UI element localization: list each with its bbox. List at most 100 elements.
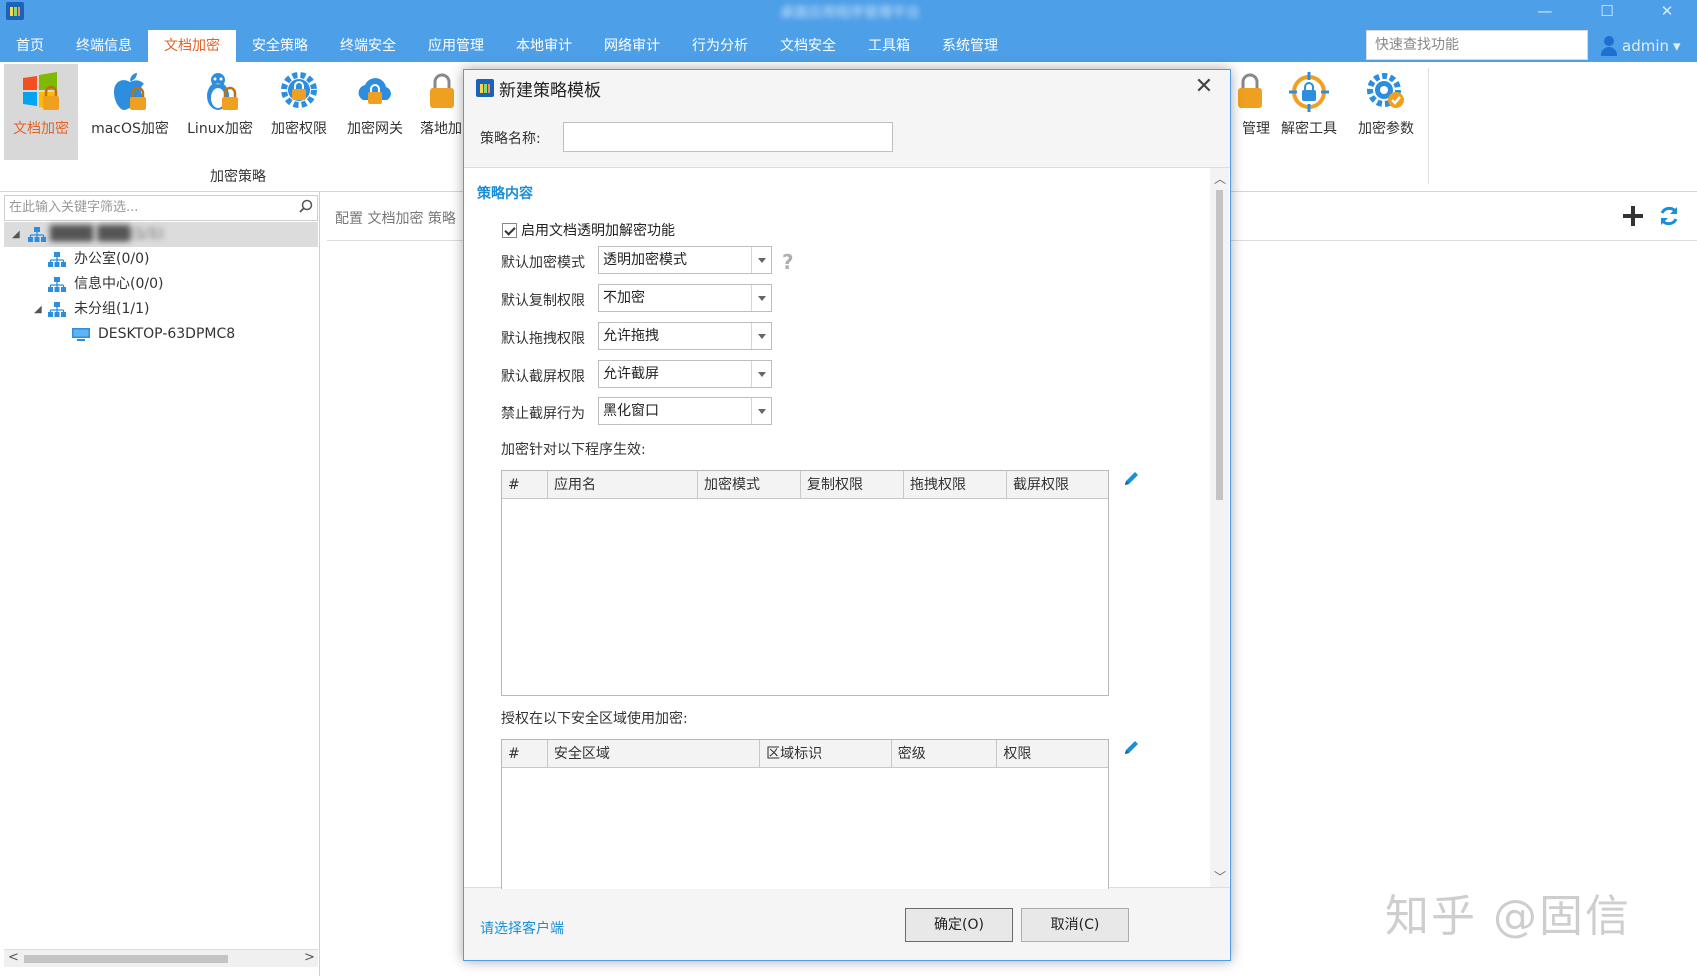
org-icon xyxy=(28,227,46,242)
ribbon-label: 加密参数 xyxy=(1358,121,1414,137)
menu-terminal-info[interactable]: 终端信息 xyxy=(60,30,148,62)
default-copy-permission-select[interactable]: 不加密 xyxy=(598,284,772,312)
ribbon-encryption-gateway-button[interactable]: 加密网关 xyxy=(338,64,412,160)
scroll-up-icon[interactable]: ︿ xyxy=(1214,170,1226,187)
ribbon-macos-encryption-button[interactable]: macOS加密 xyxy=(88,64,172,160)
policy-name-input[interactable] xyxy=(563,122,893,152)
ribbon-linux-encryption-button[interactable]: Linux加密 xyxy=(180,64,260,160)
column-header[interactable]: 安全区域 xyxy=(548,740,761,767)
ribbon-encryption-params-button[interactable]: 加密参数 xyxy=(1348,64,1424,160)
checkbox-checked-icon[interactable] xyxy=(502,222,517,238)
cloud-lock-icon xyxy=(353,70,397,114)
default-screenshot-permission-select[interactable]: 允许截屏 xyxy=(598,360,772,388)
column-header[interactable]: 加密模式 xyxy=(698,471,801,498)
ribbon-encryption-permission-button[interactable]: 加密权限 xyxy=(262,64,336,160)
ribbon-label: 加密权限 xyxy=(271,121,327,137)
tree-node-label: 信息中心(0/0) xyxy=(74,276,164,292)
org-icon xyxy=(48,252,66,267)
section-title: 策略内容 xyxy=(477,186,533,202)
menu-network-audit[interactable]: 网络审计 xyxy=(588,30,676,62)
chevron-down-icon[interactable] xyxy=(751,323,771,349)
cancel-button[interactable]: 取消(C) xyxy=(1021,908,1129,942)
search-icon[interactable] xyxy=(299,199,313,213)
menu-document-encryption[interactable]: 文档加密 xyxy=(148,30,236,62)
tree-node[interactable]: ◢ ████ ███(1/1) xyxy=(4,222,318,247)
block-screenshot-behavior-select[interactable]: 黑化窗口 xyxy=(598,397,772,425)
ribbon-label: 加密网关 xyxy=(347,121,403,137)
chevron-down-icon: ▾ xyxy=(1673,37,1681,55)
chevron-down-icon[interactable] xyxy=(751,398,771,424)
column-header[interactable]: 应用名 xyxy=(548,471,698,498)
column-header[interactable]: # xyxy=(502,740,548,767)
column-header[interactable]: 密级 xyxy=(892,740,998,767)
menu-home[interactable]: 首页 xyxy=(0,30,60,62)
menu-local-audit[interactable]: 本地审计 xyxy=(500,30,588,62)
help-icon[interactable]: ? xyxy=(782,250,794,274)
scrollbar-thumb[interactable] xyxy=(1216,190,1223,500)
edit-programs-icon[interactable] xyxy=(1122,470,1140,488)
tree-node[interactable]: 信息中心(0/0) xyxy=(4,272,318,297)
maximize-button[interactable]: ☐ xyxy=(1584,0,1630,22)
ribbon-group-label: 加密策略 xyxy=(210,169,266,185)
default-encryption-mode-select[interactable]: 透明加密模式 xyxy=(598,246,772,274)
minimize-button[interactable]: — xyxy=(1522,0,1568,22)
menu-toolbox[interactable]: 工具箱 xyxy=(852,30,926,62)
user-menu[interactable]: admin ▾ xyxy=(1600,30,1681,62)
column-header[interactable]: 拖拽权限 xyxy=(904,471,1007,498)
collapse-icon[interactable]: ◢ xyxy=(34,297,42,322)
lock-icon xyxy=(426,70,464,114)
org-icon xyxy=(48,277,66,292)
close-icon[interactable]: ✕ xyxy=(1184,70,1224,104)
ok-button[interactable]: 确定(O) xyxy=(905,908,1013,942)
policy-name-label: 策略名称: xyxy=(480,131,541,147)
horizontal-scrollbar[interactable]: < > xyxy=(4,949,318,967)
menu-document-security[interactable]: 文档安全 xyxy=(764,30,852,62)
user-name: admin xyxy=(1622,37,1669,55)
column-header[interactable]: # xyxy=(502,471,548,498)
enable-transparent-encryption-checkbox[interactable]: 启用文档透明加解密功能 xyxy=(502,220,675,240)
column-header[interactable]: 区域标识 xyxy=(760,740,892,767)
menu-behavior-analysis[interactable]: 行为分析 xyxy=(676,30,764,62)
tree-node-label: DESKTOP-63DPMC8 xyxy=(98,326,236,342)
ribbon-label: 文档加密 xyxy=(13,121,69,137)
menu-app-management[interactable]: 应用管理 xyxy=(412,30,500,62)
tree-filter-input[interactable]: 在此输入关键字筛选... xyxy=(4,195,318,221)
column-header[interactable]: 截屏权限 xyxy=(1007,471,1108,498)
programs-table[interactable]: # 应用名 加密模式 复制权限 拖拽权限 截屏权限 xyxy=(501,470,1109,696)
ribbon-decrypt-tool-button[interactable]: 解密工具 xyxy=(1271,64,1347,160)
chevron-down-icon[interactable] xyxy=(751,247,771,273)
ribbon-management-button[interactable]: 管理 xyxy=(1232,64,1272,160)
quick-search-input[interactable]: 快速查找功能 xyxy=(1366,30,1588,60)
select-client-link[interactable]: 请选择客户端 xyxy=(480,918,564,938)
default-drag-permission-select[interactable]: 允许拖拽 xyxy=(598,322,772,350)
menu-security-policy[interactable]: 安全策略 xyxy=(236,30,324,62)
chevron-down-icon[interactable] xyxy=(751,361,771,387)
collapse-icon[interactable]: ◢ xyxy=(12,222,20,247)
tree-node[interactable]: 办公室(0/0) xyxy=(4,247,318,272)
ribbon-doc-encryption-button[interactable]: 文档加密 xyxy=(4,64,78,160)
chevron-down-icon[interactable] xyxy=(751,285,771,311)
scroll-down-icon[interactable]: ﹀ xyxy=(1214,868,1226,885)
tree-node[interactable]: ◢ 未分组(1/1) xyxy=(4,297,318,322)
scrollbar-thumb[interactable] xyxy=(24,955,228,963)
zones-label: 授权在以下安全区域使用加密: xyxy=(501,711,688,727)
scroll-right-icon[interactable]: > xyxy=(304,950,315,965)
column-header[interactable]: 复制权限 xyxy=(801,471,904,498)
security-zones-table[interactable]: # 安全区域 区域标识 密级 权限 xyxy=(501,739,1109,889)
refresh-icon[interactable] xyxy=(1657,204,1681,228)
column-header[interactable]: 权限 xyxy=(997,740,1108,767)
menu-terminal-security[interactable]: 终端安全 xyxy=(324,30,412,62)
vertical-scrollbar[interactable]: ︿ ﹀ xyxy=(1210,168,1229,887)
ribbon-label: 管理 xyxy=(1242,121,1270,137)
add-icon[interactable] xyxy=(1621,204,1645,228)
app-logo-icon xyxy=(476,79,494,97)
dialog-header: 新建策略模板 ✕ xyxy=(464,70,1230,104)
scroll-left-icon[interactable]: < xyxy=(8,950,19,965)
lock-icon xyxy=(1232,70,1266,114)
menu-system-management[interactable]: 系统管理 xyxy=(926,30,1014,62)
ribbon-landing-encryption-button[interactable]: 落地加 xyxy=(414,64,464,160)
edit-zones-icon[interactable] xyxy=(1122,739,1140,757)
tree-node[interactable]: DESKTOP-63DPMC8 xyxy=(4,322,318,347)
main-menu: 首页 终端信息 文档加密 安全策略 终端安全 应用管理 本地审计 网络审计 行为… xyxy=(0,30,1014,62)
close-window-button[interactable]: ✕ xyxy=(1644,0,1690,22)
